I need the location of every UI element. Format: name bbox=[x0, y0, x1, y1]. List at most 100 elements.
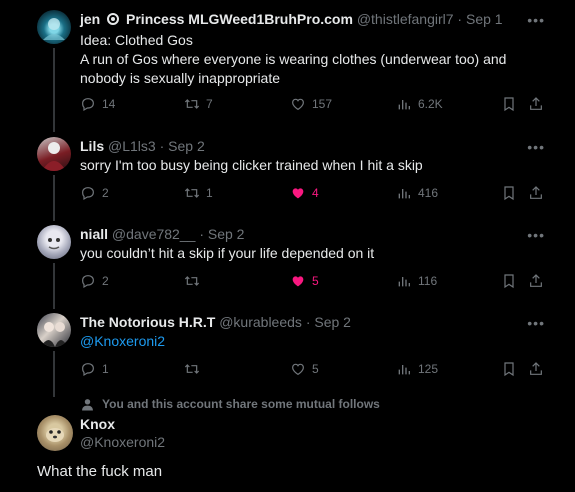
view-count: 116 bbox=[418, 274, 438, 288]
avatar-art-icon bbox=[46, 428, 64, 442]
display-name[interactable]: Knox bbox=[80, 416, 115, 432]
heart-filled-icon bbox=[292, 188, 304, 199]
share-icon bbox=[530, 186, 542, 199]
display-name[interactable]: jen bbox=[80, 11, 100, 27]
retweet-count: 7 bbox=[206, 97, 213, 111]
tweet-actions: 1 5 125 bbox=[80, 361, 550, 381]
view-count: 6.2K bbox=[418, 97, 443, 111]
reply-button[interactable]: 2 bbox=[80, 273, 109, 289]
share-button[interactable] bbox=[528, 361, 550, 377]
views-button[interactable]: 416 bbox=[396, 185, 438, 201]
tweet-actions: 2 1 4 416 bbox=[80, 185, 550, 205]
like-count: 4 bbox=[312, 186, 319, 200]
heart-icon bbox=[292, 98, 304, 111]
tweet[interactable]: Lils @L1ls3 · Sep 2 ••• sorry I'm too bu… bbox=[0, 137, 575, 221]
retweet-icon bbox=[184, 99, 200, 109]
thread-line bbox=[53, 263, 55, 309]
avatar[interactable] bbox=[37, 10, 71, 44]
tweet[interactable]: jen Princess MLGWeed1BruhPro.com @thistl… bbox=[0, 10, 575, 132]
more-options-icon[interactable]: ••• bbox=[527, 12, 545, 28]
timestamp[interactable]: Sep 1 bbox=[466, 11, 503, 27]
tweet-header: The Notorious H.R.T @kurableeds · Sep 2 bbox=[80, 314, 351, 330]
like-button[interactable]: 4 bbox=[290, 185, 319, 201]
views-icon bbox=[398, 277, 410, 287]
bookmark-button[interactable] bbox=[501, 185, 523, 201]
timestamp[interactable]: Sep 2 bbox=[208, 226, 245, 242]
thread-line bbox=[53, 48, 55, 132]
view-count: 125 bbox=[418, 362, 439, 376]
tweet[interactable]: niall @dave782__ · Sep 2 ••• you couldn’… bbox=[0, 225, 575, 309]
share-button[interactable] bbox=[528, 185, 550, 201]
share-icon bbox=[530, 362, 542, 375]
views-button[interactable]: 116 bbox=[396, 273, 437, 289]
bookmark-icon bbox=[504, 362, 514, 377]
thread-line bbox=[53, 351, 55, 397]
handle[interactable]: @Knoxeroni2 bbox=[80, 434, 165, 450]
timestamp[interactable]: Sep 2 bbox=[314, 314, 351, 330]
views-button[interactable]: 125 bbox=[396, 361, 438, 377]
display-name-suffix[interactable]: Princess MLGWeed1BruhPro.com bbox=[126, 11, 353, 27]
bookmark-button[interactable] bbox=[501, 273, 523, 289]
avatar[interactable] bbox=[37, 415, 73, 451]
tweet[interactable]: The Notorious H.R.T @kurableeds · Sep 2 … bbox=[0, 313, 575, 397]
retweet-button[interactable] bbox=[184, 273, 206, 289]
bookmark-icon bbox=[504, 186, 514, 201]
share-icon bbox=[530, 274, 542, 287]
tweet-header: jen Princess MLGWeed1BruhPro.com @thistl… bbox=[80, 11, 503, 27]
tweet-header: niall @dave782__ · Sep 2 bbox=[80, 226, 245, 242]
view-count: 416 bbox=[418, 186, 439, 200]
like-button[interactable]: 5 bbox=[290, 361, 319, 377]
reply-button[interactable]: 14 bbox=[80, 96, 115, 112]
more-options-icon[interactable]: ••• bbox=[527, 315, 545, 331]
avatar-art-icon bbox=[43, 18, 65, 40]
display-name[interactable]: Lils bbox=[80, 138, 104, 154]
like-count: 5 bbox=[312, 362, 319, 376]
tweet-text: Idea: Clothed Gos A run of Gos where eve… bbox=[80, 31, 520, 88]
retweet-button[interactable] bbox=[184, 361, 206, 377]
more-options-icon[interactable]: ••• bbox=[527, 227, 545, 243]
display-name[interactable]: The Notorious H.R.T bbox=[80, 314, 215, 330]
handle[interactable]: @dave782__ bbox=[112, 226, 196, 242]
reply-icon bbox=[82, 187, 94, 201]
like-button[interactable]: 5 bbox=[290, 273, 319, 289]
more-options-icon[interactable]: ••• bbox=[527, 139, 545, 155]
mention-link[interactable]: @Knoxeroni2 bbox=[80, 333, 165, 349]
bookmark-button[interactable] bbox=[501, 361, 523, 377]
tweet-actions: 2 5 116 bbox=[80, 273, 550, 293]
views-icon bbox=[398, 189, 410, 199]
tweet-text: you couldn’t hit a skip if your life dep… bbox=[80, 244, 520, 263]
retweet-icon bbox=[184, 364, 200, 374]
reply-button[interactable]: 2 bbox=[80, 185, 109, 201]
bookmark-button[interactable] bbox=[501, 96, 523, 112]
display-name[interactable]: niall bbox=[80, 226, 108, 242]
retweet-button[interactable]: 7 bbox=[184, 96, 213, 112]
reply-icon bbox=[82, 275, 94, 289]
handle[interactable]: @kurableeds bbox=[219, 314, 302, 330]
tweet-text: What the fuck man bbox=[37, 463, 163, 480]
heart-filled-icon bbox=[292, 276, 304, 287]
bookmark-icon bbox=[504, 274, 514, 289]
handle[interactable]: @thistlefangirl7 bbox=[357, 11, 454, 27]
tweet-text: @Knoxeroni2 bbox=[80, 332, 520, 351]
retweet-icon bbox=[184, 188, 200, 198]
handle[interactable]: @L1ls3 bbox=[108, 138, 156, 154]
avatar[interactable] bbox=[37, 225, 71, 259]
avatar[interactable] bbox=[37, 313, 71, 347]
views-icon bbox=[398, 100, 410, 110]
person-icon bbox=[82, 398, 93, 410]
like-button[interactable]: 157 bbox=[290, 96, 332, 112]
share-button[interactable] bbox=[528, 96, 550, 112]
tweet-header: Lils @L1ls3 · Sep 2 bbox=[80, 138, 205, 154]
share-button[interactable] bbox=[528, 273, 550, 289]
tweet-text: sorry I'm too busy being clicker trained… bbox=[80, 156, 520, 175]
retweet-button[interactable]: 1 bbox=[184, 185, 213, 201]
thread-line bbox=[53, 175, 55, 221]
avatar[interactable] bbox=[37, 137, 71, 171]
reply-button[interactable]: 1 bbox=[80, 361, 109, 377]
tweet-line: Idea: Clothed Gos bbox=[80, 32, 193, 48]
reply-icon bbox=[82, 363, 94, 377]
timestamp[interactable]: Sep 2 bbox=[168, 138, 205, 154]
views-button[interactable]: 6.2K bbox=[396, 96, 443, 112]
retweet-count: 1 bbox=[206, 186, 213, 200]
like-count: 157 bbox=[312, 97, 333, 111]
